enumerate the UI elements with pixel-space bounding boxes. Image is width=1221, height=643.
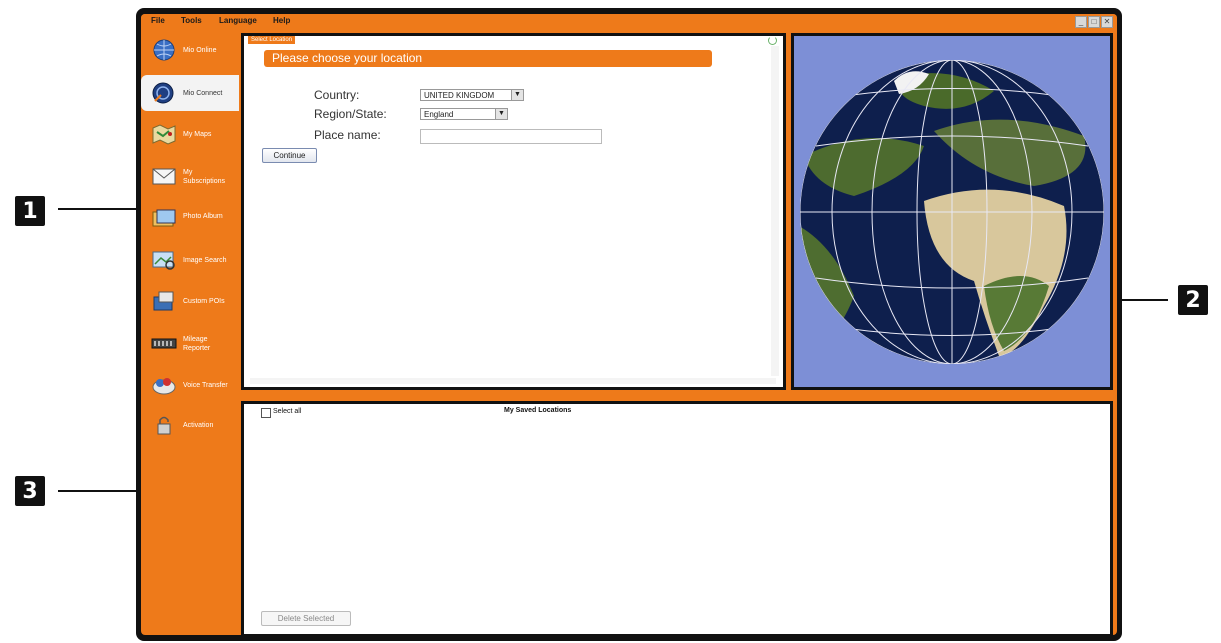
vertical-scrollbar[interactable] (771, 46, 779, 376)
sidebar-item-image-search[interactable]: Image Search (141, 242, 239, 278)
maximize-button[interactable]: □ (1088, 16, 1100, 28)
sidebar-item-photo-album[interactable]: Photo Album (141, 200, 239, 236)
sidebar-item-label: Mio Online (183, 47, 217, 54)
sidebar-item-mio-online[interactable]: Mio Online (141, 32, 239, 68)
menu-tools[interactable]: Tools (181, 16, 202, 25)
chevron-down-icon: ▼ (495, 109, 507, 119)
sidebar-item-activation[interactable]: Activation (141, 407, 239, 443)
continue-button[interactable]: Continue (262, 148, 317, 163)
app-client-area: File Tools Language Help _ □ ✕ Mio Onlin… (141, 14, 1117, 635)
menu-file[interactable]: File (151, 16, 165, 25)
sidebar-item-label: Voice Transfer (183, 382, 228, 389)
menu-help[interactable]: Help (273, 16, 290, 25)
place-name-label: Place name: (314, 128, 381, 142)
chevron-down-icon: ▼ (511, 90, 523, 100)
map-icon (152, 124, 176, 145)
location-header: Please choose your location (264, 50, 712, 67)
voice-transfer-icon (152, 378, 176, 395)
region-select-value: England (424, 110, 454, 119)
country-label: Country: (314, 88, 360, 102)
sidebar-item-mileage-reporter[interactable]: Mileage Reporter (141, 325, 239, 361)
menu-bar: File Tools Language Help _ □ ✕ (141, 14, 1117, 30)
image-search-icon (152, 251, 175, 270)
subscriptions-icon (152, 168, 176, 185)
globe-icon (153, 39, 175, 61)
minimize-button[interactable]: _ (1075, 16, 1087, 28)
sidebar-item-label: My Maps (183, 131, 212, 138)
callout-2: 2 (1178, 285, 1208, 315)
connect-globe-icon (152, 82, 174, 104)
globe-map-panel[interactable] (791, 33, 1113, 390)
sidebar-item-label: Photo Album (183, 213, 223, 220)
sidebar-item-voice-transfer[interactable]: Voice Transfer (141, 367, 239, 403)
country-select-value: UNITED KINGDOM (424, 91, 495, 100)
horizontal-scrollbar[interactable] (250, 378, 776, 384)
custom-poi-icon (153, 291, 174, 311)
place-name-input[interactable] (420, 129, 602, 144)
saved-locations-panel: Select all My Saved Locations Delete Sel… (241, 401, 1113, 635)
sidebar-item-my-maps[interactable]: My Maps (141, 116, 239, 152)
select-all-checkbox[interactable] (261, 408, 271, 418)
select-all-label: Select all (273, 408, 302, 415)
sidebar-item-label: Mileage Reporter (183, 336, 211, 352)
saved-locations-title: My Saved Locations (504, 407, 572, 414)
select-location-panel: Select Location Please choose your locat… (241, 33, 786, 390)
sidebar-item-label: Mio Connect (183, 90, 223, 97)
photo-album-icon (152, 209, 176, 227)
sidebar-item-label: Image Search (183, 257, 227, 264)
delete-selected-button[interactable]: Delete Selected (261, 611, 351, 626)
callout-3: 3 (15, 476, 45, 506)
close-button[interactable]: ✕ (1101, 16, 1113, 28)
sidebar-item-label: Activation (183, 422, 214, 429)
region-label: Region/State: (314, 107, 387, 121)
sidebar-item-custom-pois[interactable]: Custom POIs (141, 283, 239, 319)
country-select[interactable]: UNITED KINGDOM ▼ (420, 89, 524, 101)
activation-icon (157, 416, 171, 435)
select-location-tab[interactable]: Select Location (248, 36, 296, 44)
sidebar-item-label: Custom POIs (183, 298, 225, 305)
menu-language[interactable]: Language (219, 16, 257, 25)
sidebar-item-mio-connect[interactable]: Mio Connect (141, 75, 239, 111)
sidebar: Mio Online Mio Connect My Maps My Subscr… (141, 30, 239, 635)
region-select[interactable]: England ▼ (420, 108, 508, 120)
callout-1: 1 (15, 196, 45, 226)
mileage-icon (151, 338, 177, 349)
sidebar-item-label: My Subscriptions (183, 169, 226, 185)
app-window: File Tools Language Help _ □ ✕ Mio Onlin… (136, 8, 1122, 641)
globe-image (800, 60, 1104, 364)
refresh-icon[interactable] (768, 36, 777, 45)
sidebar-item-my-subscriptions[interactable]: My Subscriptions (141, 158, 239, 194)
